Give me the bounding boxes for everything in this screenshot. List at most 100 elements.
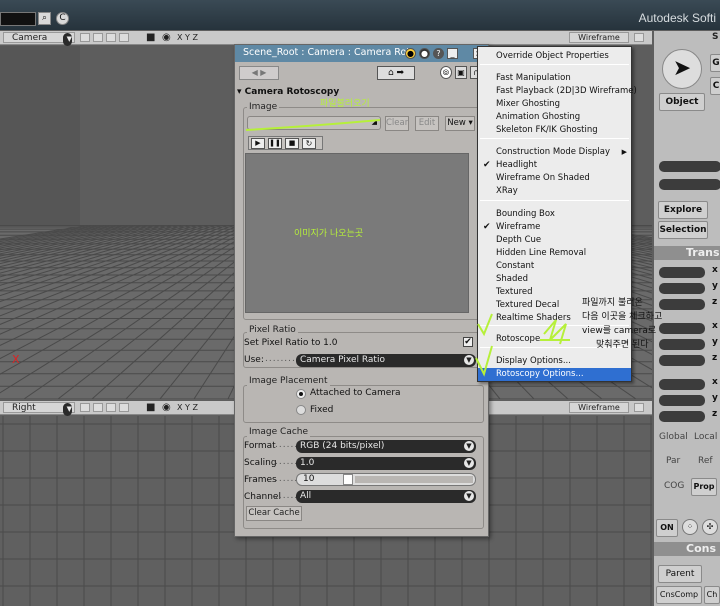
transform-slot-x[interactable]	[659, 379, 705, 390]
viewport-name-menu[interactable]: Right ▼	[3, 402, 75, 416]
cnscomp-button[interactable]: CnsComp	[656, 586, 702, 604]
transform-slot-y[interactable]	[659, 283, 705, 294]
viewport-name-menu[interactable]: Camera ▼	[3, 32, 75, 46]
viewport-button[interactable]	[119, 403, 129, 412]
selection-button[interactable]: Selection	[658, 221, 708, 239]
stop-icon[interactable]: ■	[285, 138, 299, 149]
eye-icon[interactable]: ◉	[162, 31, 171, 44]
use-dropdown[interactable]: Camera Pixel Ratio ▼	[296, 354, 476, 367]
explore-button[interactable]: Explore	[658, 201, 708, 219]
menu-item[interactable]: ✔ Headlight	[478, 159, 631, 172]
toolbar-button-g[interactable]: G	[710, 54, 720, 72]
menu-item[interactable]: Shaded	[478, 273, 631, 286]
transform-slot-z[interactable]	[659, 355, 705, 366]
menu-item[interactable]: Construction Mode Display ▶	[478, 146, 631, 159]
axis-label-x: x	[712, 265, 718, 275]
scaling-dropdown[interactable]: 1.0 ▼	[296, 457, 476, 470]
viewport-button[interactable]	[80, 403, 90, 412]
pixel-ratio-group-label: Pixel Ratio	[247, 325, 298, 335]
axes-label[interactable]: X Y Z	[177, 31, 198, 44]
par-label[interactable]: Par	[666, 456, 680, 466]
menu-item[interactable]: ✔ Wireframe	[478, 221, 631, 234]
toolbar-button-c[interactable]: C	[710, 77, 720, 95]
menu-item[interactable]: Depth Cue	[478, 234, 631, 247]
menu-item-label: Depth Cue	[496, 235, 542, 245]
eye-icon[interactable]: ◉	[162, 401, 171, 414]
viewport-button[interactable]	[80, 33, 90, 42]
snap-settings-icon[interactable]: ✣	[702, 519, 718, 535]
home-icon[interactable]: ⌂ ➡	[377, 66, 415, 80]
viewport-button[interactable]	[93, 33, 103, 42]
menu-item[interactable]: Fast Manipulation	[478, 72, 631, 85]
shading-mode-button[interactable]: Wireframe	[569, 402, 629, 413]
format-dropdown[interactable]: RGB (24 bits/pixel) ▼	[296, 440, 476, 453]
ch-button[interactable]: Ch	[704, 586, 720, 604]
transform-slot-x[interactable]	[659, 267, 705, 278]
clear-cache-button[interactable]: Clear Cache	[246, 506, 302, 521]
recycle-icon[interactable]: ⦾	[440, 66, 452, 79]
axes-label[interactable]: X Y Z	[177, 401, 198, 414]
camera-icon[interactable]: ■	[146, 31, 155, 44]
frames-slider[interactable]: 10	[296, 473, 476, 486]
revert-icon[interactable]: ●	[419, 48, 430, 59]
menu-item[interactable]: Skeleton FK/IK Ghosting	[478, 124, 631, 137]
camera-icon[interactable]: ■	[146, 401, 155, 414]
parent-button[interactable]: Parent	[658, 565, 702, 583]
viewport-button[interactable]	[106, 33, 116, 42]
transform-slot-z[interactable]	[659, 299, 705, 310]
checkmark-icon: ✔	[483, 160, 491, 170]
maximize-icon[interactable]	[634, 403, 644, 412]
lock-icon[interactable]: ●	[405, 48, 416, 59]
viewport-button[interactable]	[93, 403, 103, 412]
nav-arrows[interactable]: ◀ ▶	[239, 66, 279, 80]
menu-item[interactable]: Mixer Ghosting	[478, 98, 631, 111]
slider-handle[interactable]	[343, 474, 353, 485]
clear-button[interactable]: Clear	[385, 116, 409, 131]
transform-slot-z[interactable]	[659, 411, 705, 422]
pin-icon[interactable]: ▣	[455, 66, 467, 79]
transform-slot-y[interactable]	[659, 395, 705, 406]
shading-mode-button[interactable]: Wireframe	[569, 32, 629, 43]
play-icon[interactable]: ▶	[251, 138, 265, 149]
use-label: Use:	[244, 355, 264, 365]
search-field[interactable]	[0, 12, 36, 26]
select-arrow-icon[interactable]: ➤	[662, 49, 702, 89]
channel-dropdown[interactable]: All ▼	[296, 490, 476, 503]
maximize-icon[interactable]	[634, 33, 644, 42]
edit-button[interactable]: Edit	[415, 116, 439, 131]
viewport-button[interactable]	[106, 403, 116, 412]
scaling-value: 1.0	[300, 458, 315, 468]
menu-item[interactable]: Fast Playback (2D|3D Wireframe)	[478, 85, 637, 98]
transform-slot-x[interactable]	[659, 323, 705, 334]
clear-icon[interactable]: C	[56, 12, 69, 25]
cog-label[interactable]: COG	[664, 481, 684, 491]
loop-icon[interactable]: ↻	[302, 138, 316, 149]
viewport-button[interactable]	[119, 33, 129, 42]
pause-icon[interactable]: ❚❚	[268, 138, 282, 149]
axis-label-y: y	[712, 393, 718, 403]
minimize-icon[interactable]: _	[447, 48, 458, 59]
fixed-radio[interactable]	[296, 405, 306, 415]
ref-label[interactable]: Ref	[698, 456, 713, 466]
prop-button[interactable]: Prop	[691, 478, 717, 496]
transform-slot-y[interactable]	[659, 339, 705, 350]
attached-radio[interactable]	[296, 389, 306, 399]
search-icon[interactable]: ⌕	[38, 12, 51, 25]
on-toggle[interactable]: ON	[656, 519, 678, 537]
menu-item[interactable]: Override Object Properties	[478, 50, 631, 63]
local-label[interactable]: Local	[694, 432, 717, 442]
new-button[interactable]: New ▾	[445, 116, 475, 131]
axis-label-y: y	[712, 281, 718, 291]
placement-group-label: Image Placement	[247, 376, 330, 386]
menu-item[interactable]: Constant	[478, 260, 631, 273]
help-icon[interactable]: ?	[433, 48, 444, 59]
snap-icon[interactable]: ⁘	[682, 519, 698, 535]
object-button[interactable]: Object	[659, 93, 705, 111]
menu-item[interactable]: Bounding Box	[478, 208, 631, 221]
menu-item[interactable]: Animation Ghosting	[478, 111, 631, 124]
menu-item[interactable]: Hidden Line Removal	[478, 247, 631, 260]
global-label[interactable]: Global	[659, 432, 688, 442]
cache-group-label: Image Cache	[247, 427, 311, 437]
menu-item[interactable]: XRay	[478, 185, 631, 198]
menu-item[interactable]: Wireframe On Shaded	[478, 172, 631, 185]
